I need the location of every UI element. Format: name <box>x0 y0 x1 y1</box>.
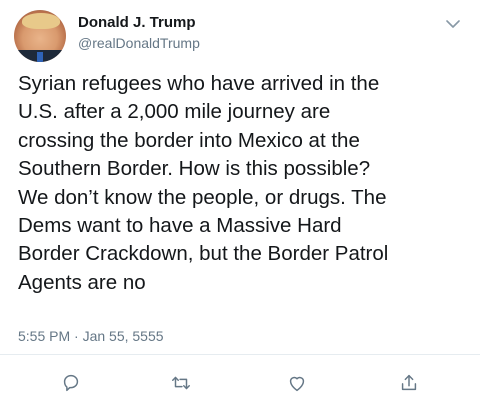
chevron-down-icon[interactable] <box>446 16 460 28</box>
display-name[interactable]: Donald J. Trump <box>78 14 196 31</box>
action-bar <box>0 372 480 398</box>
reply-button[interactable] <box>58 372 84 398</box>
divider <box>0 354 480 355</box>
tweet-card: Donald J. Trump @realDonaldTrump Syrian … <box>0 0 480 410</box>
avatar-tie <box>37 52 43 62</box>
avatar-hair <box>22 13 60 29</box>
avatar[interactable] <box>14 10 66 62</box>
retweet-button[interactable] <box>168 372 194 398</box>
reply-icon <box>60 372 82 399</box>
tweet-text: Syrian refugees who have arrived in the … <box>18 72 389 294</box>
retweet-icon <box>170 372 192 399</box>
share-icon <box>398 372 420 399</box>
heart-icon <box>286 372 308 399</box>
share-button[interactable] <box>396 372 422 398</box>
tweet-timestamp[interactable]: 5:55 PM · Jan 55, 5555 <box>18 328 164 344</box>
user-handle[interactable]: @realDonaldTrump <box>78 35 200 51</box>
like-button[interactable] <box>284 372 310 398</box>
